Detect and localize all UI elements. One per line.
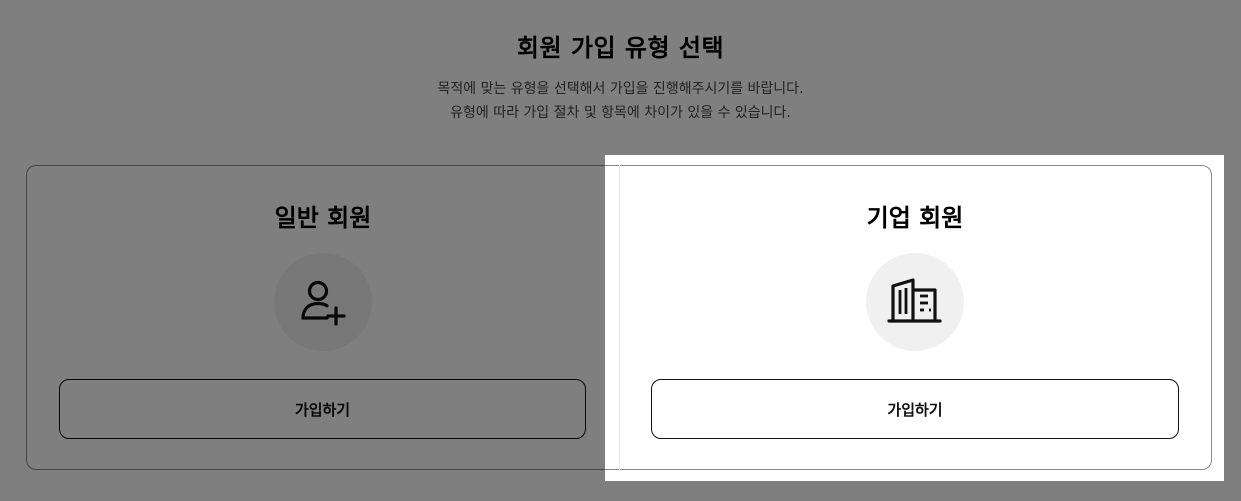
page-description-line-1: 목적에 맞는 유형을 선택해서 가입을 진행해주시기를 바랍니다.	[437, 81, 804, 97]
general-member-icon-circle	[274, 253, 372, 351]
corporate-member-title: 기업 회원	[866, 204, 964, 232]
corporate-member-icon-circle	[866, 253, 964, 351]
page-title: 회원 가입 유형 선택	[516, 34, 725, 62]
page-description-line-2: 유형에 따라 가입 절차 및 항목에 차이가 있을 수 있습니다.	[450, 105, 791, 121]
building-icon	[887, 278, 942, 323]
corporate-member-join-button[interactable]: 가입하기	[651, 379, 1179, 439]
dim-overlay-right	[1224, 155, 1241, 481]
general-member-title: 일반 회원	[274, 204, 372, 232]
dim-overlay-bottom	[0, 481, 1241, 501]
card-divider	[619, 165, 620, 470]
user-plus-icon	[301, 280, 346, 326]
general-member-join-button[interactable]: 가입하기	[59, 379, 586, 439]
